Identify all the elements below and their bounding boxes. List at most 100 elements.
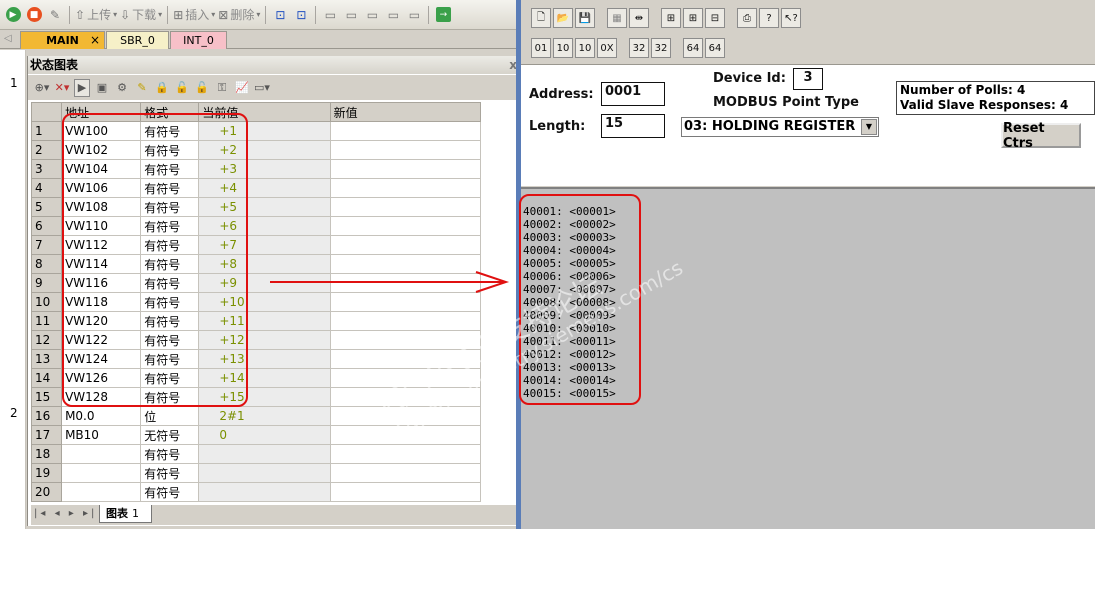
delete-label: 删除 <box>230 8 255 22</box>
point-type-value: 03: HOLDING REGISTER <box>684 119 856 134</box>
close-icon[interactable]: x <box>509 56 516 74</box>
reset-counters-button[interactable]: Reset Ctrs <box>1001 121 1081 151</box>
network-icon[interactable]: ⊡ <box>271 5 289 25</box>
new-value-cell[interactable] <box>329 482 482 502</box>
bookmark-icon[interactable]: ▭ <box>363 5 381 25</box>
network-icon[interactable]: ⊡ <box>292 5 310 25</box>
network-ruler: 1 2 <box>0 50 26 529</box>
tab-scroll-left-icon[interactable]: ◁ <box>4 33 12 44</box>
single-read-icon[interactable]: ▣ <box>94 79 110 97</box>
length-field[interactable]: 15 <box>601 114 665 138</box>
help-icon[interactable]: ? <box>759 8 779 28</box>
current-value-cell[interactable] <box>198 444 331 464</box>
download-button[interactable]: ⇩ 下载 ▾ <box>120 5 162 25</box>
function-64a-icon[interactable]: 64 <box>683 38 703 58</box>
compile-icon[interactable]: ✎ <box>46 5 64 25</box>
row-number: 12 <box>30 330 63 350</box>
row-number: 17 <box>30 425 63 445</box>
device-id-field[interactable]: 3 <box>793 68 823 90</box>
tab-main[interactable]: MAIN × <box>20 31 105 49</box>
new-icon[interactable]: 🗋 <box>531 8 551 28</box>
unforce-all-icon[interactable]: 🔓 <box>194 79 210 97</box>
tab-label: SBR_0 <box>120 34 155 47</box>
function-32b-icon[interactable]: 32 <box>651 38 671 58</box>
connect-icon[interactable]: ▦ <box>607 8 627 28</box>
trend-icon[interactable]: 📈 <box>234 79 250 97</box>
point-type-select[interactable]: 03: HOLDING REGISTER ▼ <box>681 117 879 137</box>
tab-int0[interactable]: INT_0 <box>170 31 227 49</box>
display-icon[interactable]: ⊞ <box>683 8 703 28</box>
pencil-icon[interactable]: ✎ <box>134 79 150 97</box>
close-icon[interactable]: × <box>90 33 100 47</box>
format-cell[interactable]: 无符号 <box>140 425 200 445</box>
length-label: Length: <box>529 119 586 134</box>
new-value-cell[interactable] <box>329 463 482 483</box>
new-value-cell[interactable] <box>329 235 482 255</box>
function-64b-icon[interactable]: 64 <box>705 38 725 58</box>
table-row[interactable]: 18 有符号 <box>30 444 482 464</box>
print-icon[interactable]: ⎙ <box>737 8 757 28</box>
format-cell[interactable]: 有符号 <box>140 444 200 464</box>
new-value-cell[interactable] <box>329 444 482 464</box>
function-01-icon[interactable]: 01 <box>531 38 551 58</box>
upload-button[interactable]: ⇧ 上传 ▾ <box>75 5 117 25</box>
table-row[interactable]: 19 有符号 <box>30 463 482 483</box>
delete-button[interactable]: ⊠ 删除 ▾ <box>218 5 260 25</box>
address-cell[interactable] <box>61 463 142 483</box>
bookmark-icon[interactable]: ▭ <box>342 5 360 25</box>
sheet-nav-arrows[interactable]: |◂ ◂ ▸ ▸| <box>34 508 97 519</box>
address-cell[interactable]: MB10 <box>61 425 142 445</box>
run-icon[interactable]: ▶ <box>4 5 22 25</box>
unforce-icon[interactable]: 🔓 <box>174 79 190 97</box>
context-help-icon[interactable]: ↖? <box>781 8 801 28</box>
new-value-cell[interactable] <box>329 159 482 179</box>
open-icon[interactable]: 📂 <box>553 8 573 28</box>
current-value-cell[interactable] <box>198 463 331 483</box>
new-value-cell[interactable] <box>329 311 482 331</box>
current-value-cell[interactable] <box>198 482 331 502</box>
address-cell[interactable] <box>61 444 142 464</box>
new-value-cell[interactable] <box>329 140 482 160</box>
tab-sbr0[interactable]: SBR_0 <box>106 31 169 49</box>
add-row-icon[interactable]: ⊕▾ <box>34 79 50 97</box>
function-32a-icon[interactable]: 32 <box>629 38 649 58</box>
stop-icon[interactable]: ■ <box>25 5 43 25</box>
new-value-cell[interactable] <box>329 216 482 236</box>
new-value-cell[interactable] <box>329 292 482 312</box>
delete-row-icon[interactable]: ✕▾ <box>54 79 70 97</box>
format-dropdown-icon[interactable]: ▭▾ <box>254 79 270 97</box>
display-icon[interactable]: ⊟ <box>705 8 725 28</box>
format-cell[interactable]: 有符号 <box>140 463 200 483</box>
format-cell[interactable]: 有符号 <box>140 482 200 502</box>
disconnect-icon[interactable]: ⇹ <box>629 8 649 28</box>
write-all-icon[interactable]: ⚙ <box>114 79 130 97</box>
row-number: 11 <box>30 311 63 331</box>
address-field[interactable]: 0001 <box>601 82 665 106</box>
chevron-down-icon[interactable]: ▼ <box>861 119 877 135</box>
exit-icon[interactable]: → <box>434 5 452 25</box>
new-value-cell[interactable] <box>329 178 482 198</box>
new-value-cell[interactable] <box>329 121 482 141</box>
table-row[interactable]: 20 有符号 <box>30 482 482 502</box>
current-value-cell[interactable]: 2#1 <box>198 406 331 426</box>
format-cell[interactable]: 位 <box>140 406 200 426</box>
address-cell[interactable] <box>61 482 142 502</box>
current-value-cell[interactable]: 0 <box>198 425 331 445</box>
bookmark-icon[interactable]: ▭ <box>321 5 339 25</box>
point-type-label: MODBUS Point Type <box>713 95 859 110</box>
chart-monitor-icon[interactable]: ▶ <box>74 78 90 97</box>
column-header-new-value[interactable]: 新值 <box>329 102 482 122</box>
save-icon[interactable]: 💾 <box>575 8 595 28</box>
function-03-icon[interactable]: 10 <box>575 38 595 58</box>
insert-button[interactable]: ⊞ 插入 ▾ <box>173 5 215 25</box>
display-icon[interactable]: ⊞ <box>661 8 681 28</box>
force-icon[interactable]: 🔒 <box>154 79 170 97</box>
function-02-icon[interactable]: 10 <box>553 38 573 58</box>
sheet-tab-1[interactable]: 图表 1 <box>99 505 152 523</box>
bookmark-icon[interactable]: ▭ <box>384 5 402 25</box>
read-forced-icon[interactable]: ⚿ <box>214 79 230 97</box>
bookmark-icon[interactable]: ▭ <box>405 5 423 25</box>
function-04-icon[interactable]: 0X <box>597 38 617 58</box>
new-value-cell[interactable] <box>329 197 482 217</box>
address-cell[interactable]: M0.0 <box>61 406 142 426</box>
